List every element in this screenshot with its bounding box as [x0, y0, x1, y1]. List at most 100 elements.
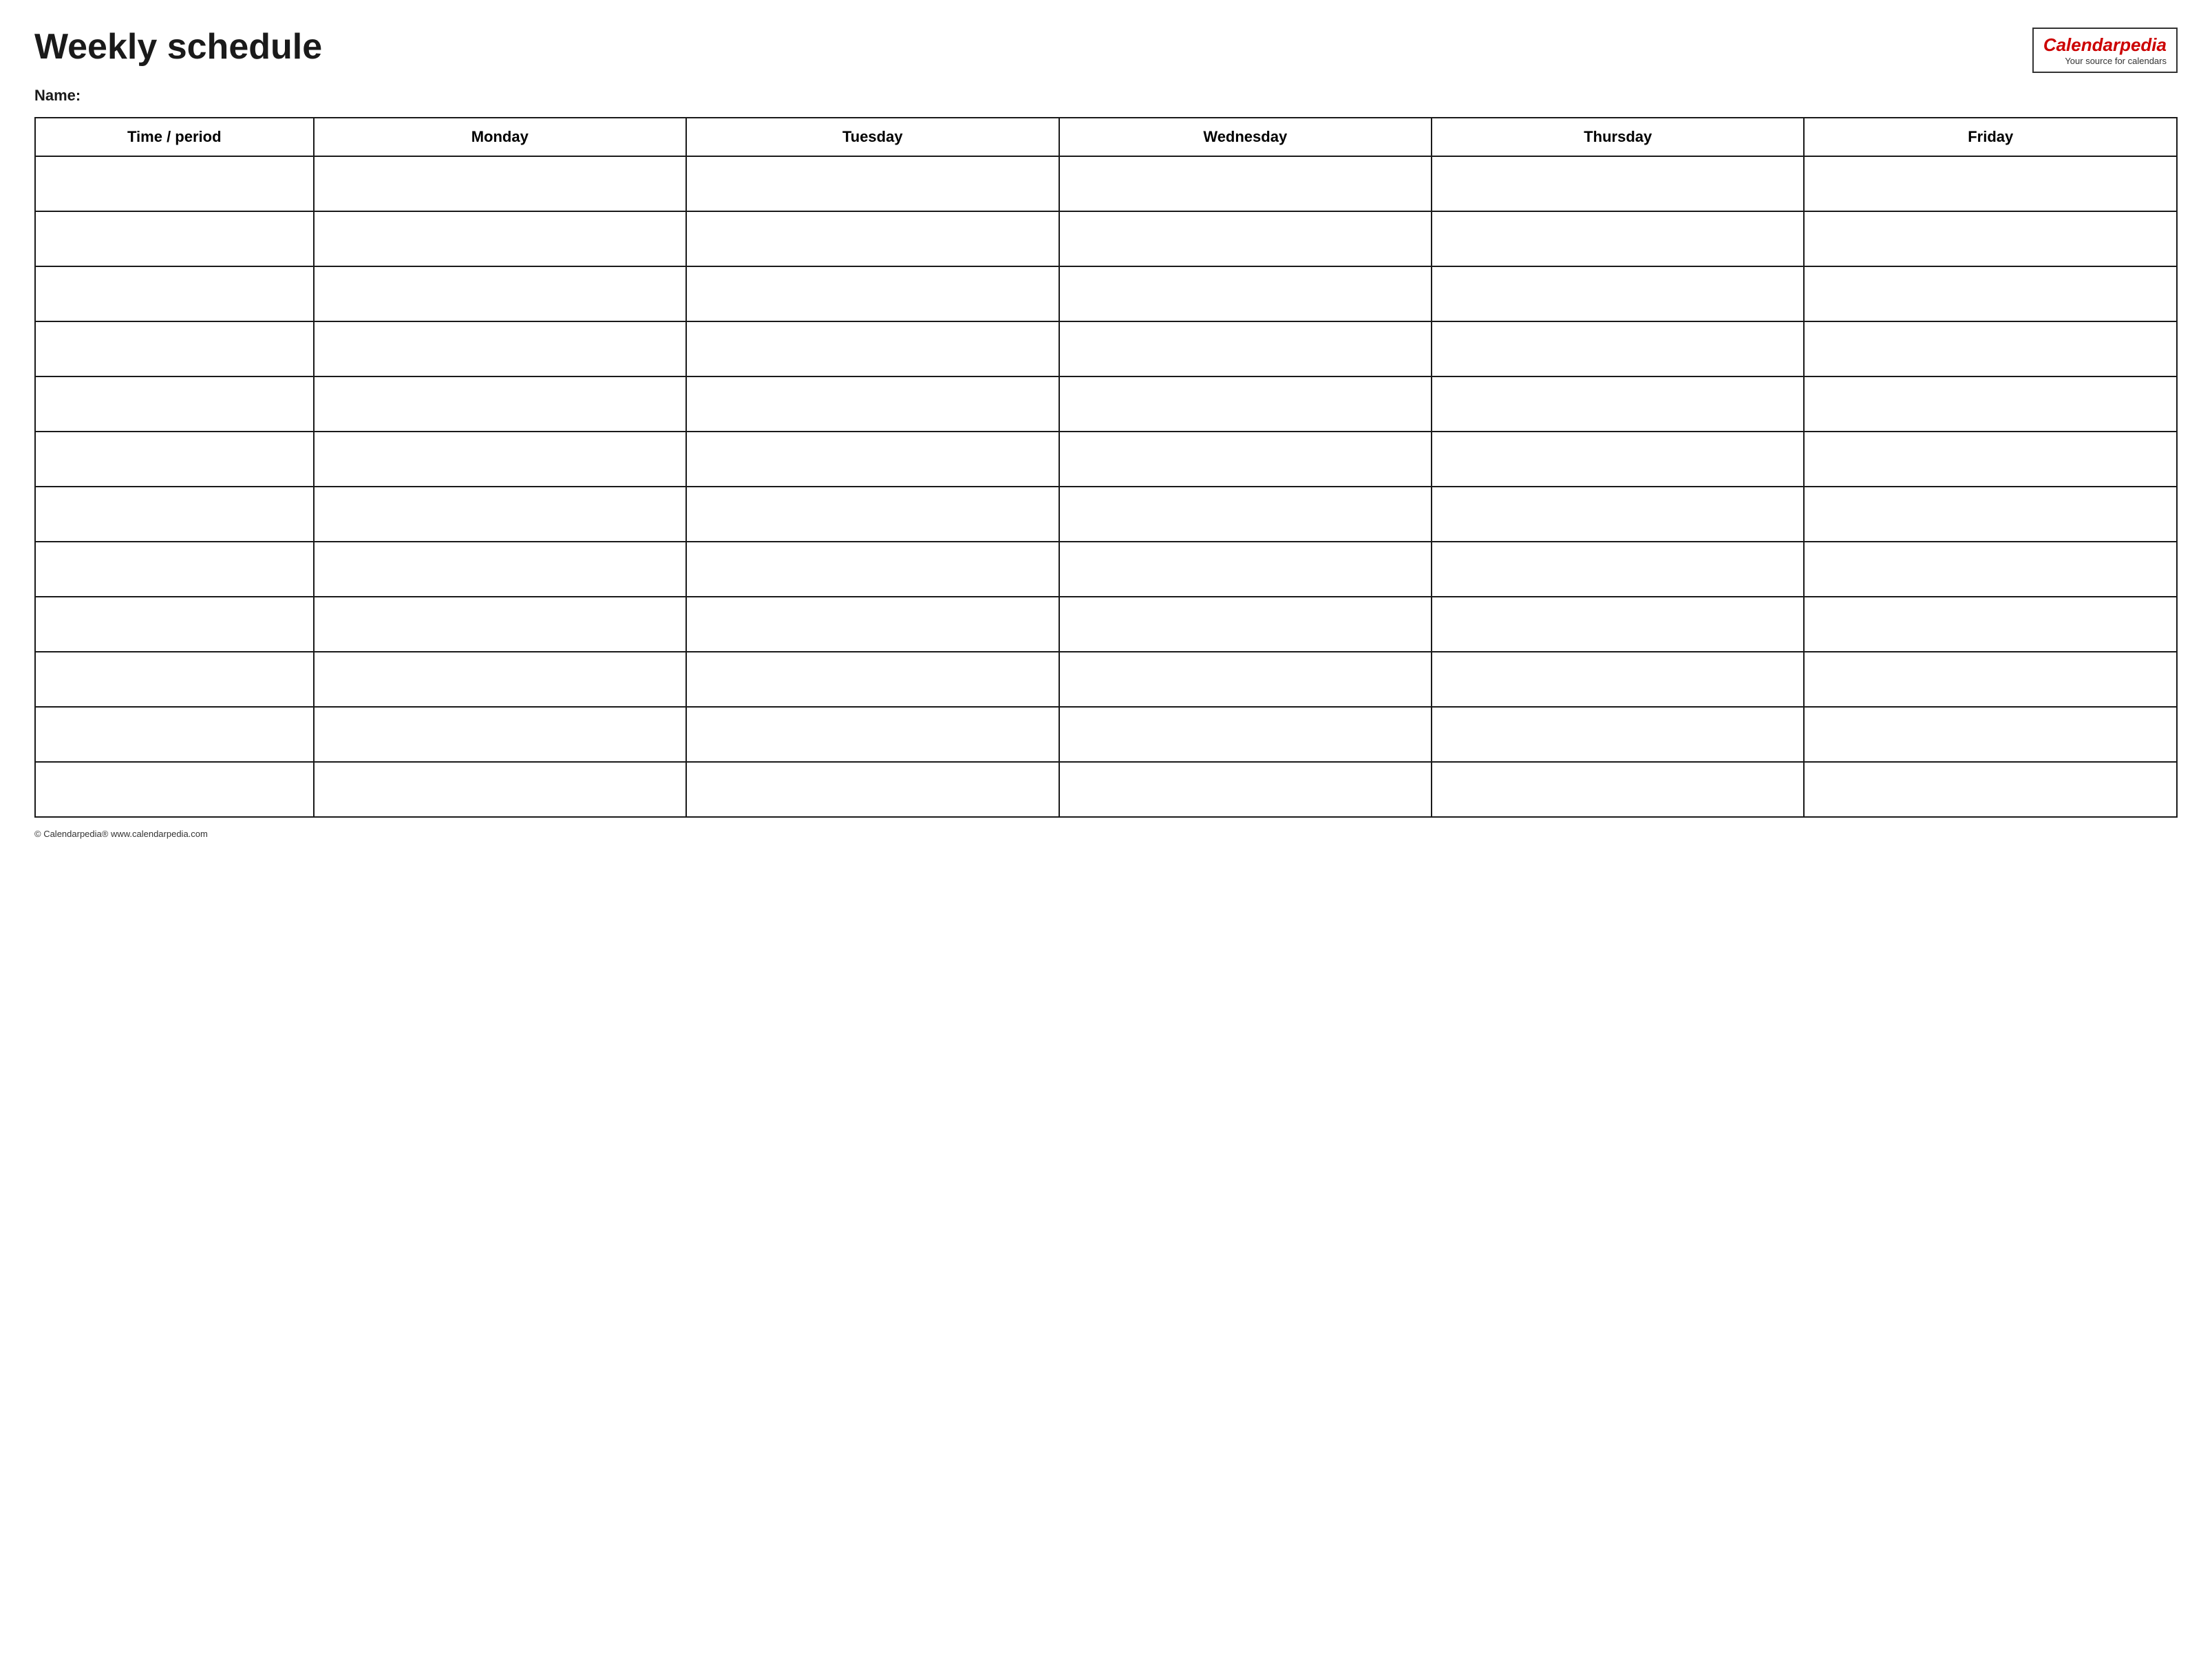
footer-text: © Calendarpedia® www.calendarpedia.com	[34, 829, 208, 839]
table-row	[35, 432, 2177, 487]
page-header: Weekly schedule Calendarpedia Your sourc…	[34, 28, 2178, 73]
table-cell[interactable]	[686, 376, 1059, 432]
table-cell[interactable]	[686, 211, 1059, 266]
table-cell[interactable]	[35, 156, 314, 211]
table-cell[interactable]	[1059, 266, 1432, 321]
table-cell[interactable]	[1804, 156, 2177, 211]
table-cell[interactable]	[35, 487, 314, 542]
table-cell[interactable]	[686, 266, 1059, 321]
table-cell[interactable]	[1432, 542, 1804, 597]
table-cell[interactable]	[1059, 487, 1432, 542]
table-cell[interactable]	[1804, 652, 2177, 707]
table-cell[interactable]	[314, 652, 686, 707]
table-cell[interactable]	[1059, 211, 1432, 266]
table-cell[interactable]	[314, 321, 686, 376]
header-time: Time / period	[35, 118, 314, 156]
table-cell[interactable]	[35, 321, 314, 376]
table-cell[interactable]	[1059, 542, 1432, 597]
logo-subtitle: Your source for calendars	[2065, 56, 2167, 66]
table-cell[interactable]	[1804, 376, 2177, 432]
page-title: Weekly schedule	[34, 28, 322, 67]
table-cell[interactable]	[35, 542, 314, 597]
table-cell[interactable]	[686, 707, 1059, 762]
table-cell[interactable]	[686, 432, 1059, 487]
header-wednesday: Wednesday	[1059, 118, 1432, 156]
table-cell[interactable]	[1059, 321, 1432, 376]
table-cell[interactable]	[686, 321, 1059, 376]
table-cell[interactable]	[314, 376, 686, 432]
table-row	[35, 156, 2177, 211]
table-cell[interactable]	[35, 211, 314, 266]
schedule-table: Time / period Monday Tuesday Wednesday T…	[34, 117, 2178, 818]
table-cell[interactable]	[1804, 266, 2177, 321]
title-section: Weekly schedule	[34, 28, 322, 67]
table-cell[interactable]	[1059, 597, 1432, 652]
table-row	[35, 597, 2177, 652]
table-row	[35, 376, 2177, 432]
table-cell[interactable]	[1432, 597, 1804, 652]
table-cell[interactable]	[35, 707, 314, 762]
table-cell[interactable]	[314, 542, 686, 597]
table-cell[interactable]	[1804, 542, 2177, 597]
table-cell[interactable]	[1432, 652, 1804, 707]
header-monday: Monday	[314, 118, 686, 156]
table-row	[35, 542, 2177, 597]
table-cell[interactable]	[314, 762, 686, 817]
table-cell[interactable]	[1804, 707, 2177, 762]
table-cell[interactable]	[1432, 156, 1804, 211]
table-cell[interactable]	[686, 652, 1059, 707]
table-cell[interactable]	[1432, 266, 1804, 321]
logo-calendar: Calendar	[2043, 34, 2120, 55]
table-cell[interactable]	[1059, 376, 1432, 432]
table-cell[interactable]	[1432, 376, 1804, 432]
table-cell[interactable]	[314, 211, 686, 266]
table-cell[interactable]	[1432, 762, 1804, 817]
logo-pedia: pedia	[2120, 34, 2167, 55]
table-cell[interactable]	[1804, 597, 2177, 652]
logo: Calendarpedia Your source for calendars	[2032, 28, 2178, 73]
table-cell[interactable]	[314, 156, 686, 211]
table-row	[35, 321, 2177, 376]
table-row	[35, 707, 2177, 762]
table-row	[35, 487, 2177, 542]
header-tuesday: Tuesday	[686, 118, 1059, 156]
table-row	[35, 266, 2177, 321]
footer: © Calendarpedia® www.calendarpedia.com	[34, 829, 2178, 839]
table-cell[interactable]	[686, 156, 1059, 211]
table-cell[interactable]	[686, 762, 1059, 817]
table-cell[interactable]	[1804, 762, 2177, 817]
table-cell[interactable]	[1432, 321, 1804, 376]
table-cell[interactable]	[314, 707, 686, 762]
table-row	[35, 211, 2177, 266]
table-cell[interactable]	[1804, 487, 2177, 542]
header-friday: Friday	[1804, 118, 2177, 156]
table-cell[interactable]	[314, 487, 686, 542]
table-cell[interactable]	[1059, 762, 1432, 817]
table-cell[interactable]	[314, 597, 686, 652]
table-cell[interactable]	[1804, 321, 2177, 376]
table-cell[interactable]	[1059, 707, 1432, 762]
table-cell[interactable]	[1432, 487, 1804, 542]
table-cell[interactable]	[1804, 211, 2177, 266]
table-cell[interactable]	[1059, 652, 1432, 707]
table-cell[interactable]	[686, 487, 1059, 542]
table-cell[interactable]	[1432, 707, 1804, 762]
table-cell[interactable]	[1432, 211, 1804, 266]
table-cell[interactable]	[1804, 432, 2177, 487]
table-cell[interactable]	[314, 266, 686, 321]
table-cell[interactable]	[35, 376, 314, 432]
table-cell[interactable]	[35, 432, 314, 487]
table-cell[interactable]	[1432, 432, 1804, 487]
table-cell[interactable]	[1059, 432, 1432, 487]
table-cell[interactable]	[1059, 156, 1432, 211]
header-thursday: Thursday	[1432, 118, 1804, 156]
table-row	[35, 652, 2177, 707]
table-cell[interactable]	[35, 597, 314, 652]
table-row	[35, 762, 2177, 817]
table-cell[interactable]	[35, 762, 314, 817]
table-cell[interactable]	[686, 597, 1059, 652]
table-cell[interactable]	[35, 266, 314, 321]
table-cell[interactable]	[686, 542, 1059, 597]
table-cell[interactable]	[314, 432, 686, 487]
table-cell[interactable]	[35, 652, 314, 707]
